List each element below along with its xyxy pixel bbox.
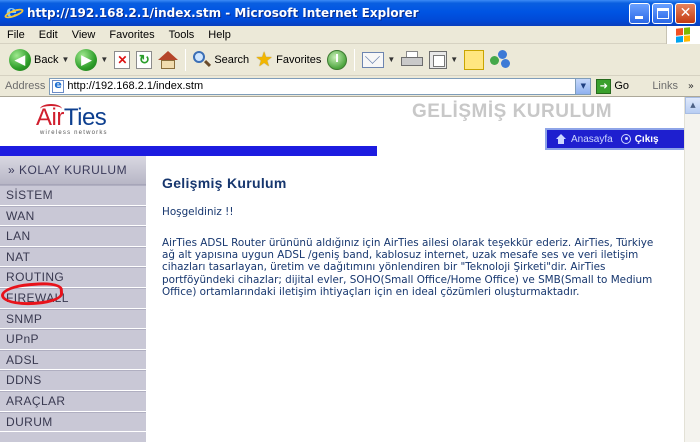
internet-explorer-icon: e — [3, 3, 25, 21]
logo-tagline: wireless networks — [40, 130, 108, 136]
sidebar-item-sistem[interactable]: SİSTEM — [0, 185, 146, 206]
history-button[interactable] — [324, 46, 350, 74]
sidebar-item-araclar[interactable]: ARAÇLAR — [0, 390, 146, 412]
standard-toolbar: ◀ Back ▼ ▶ ▼ ↻ Search ★ Favorites ▼ ▼ — [0, 44, 700, 76]
search-icon — [193, 50, 212, 69]
toolbar-separator — [354, 48, 356, 71]
logo-text-ties: Ties — [63, 104, 107, 131]
logo-arc-icon — [40, 104, 62, 114]
sidebar-item-upnp[interactable]: UPnP — [0, 329, 146, 350]
home-icon — [556, 134, 567, 144]
menu-favorites[interactable]: Favorites — [102, 26, 161, 44]
printer-icon — [401, 50, 424, 69]
back-arrow-icon: ◀ — [9, 48, 31, 71]
mail-dropdown-icon[interactable]: ▼ — [387, 55, 395, 64]
address-label: Address — [5, 80, 46, 92]
forward-arrow-icon: ▶ — [75, 48, 98, 71]
sidebar-item-snmp[interactable]: SNMP — [0, 308, 146, 330]
go-button[interactable]: ➜ Go — [596, 78, 630, 94]
header-title: GELİŞMİŞ KURULUM — [412, 101, 613, 122]
intro-line: Office) ortamlarındaki iletişim ihtiyaçl… — [162, 285, 580, 298]
sidebar-item-durum[interactable]: DURUM — [0, 411, 146, 433]
nav-home-link[interactable]: Anasayfa — [571, 134, 613, 145]
note-icon — [464, 49, 485, 70]
refresh-button[interactable]: ↻ — [133, 46, 155, 74]
intro-line: portföyündeki cihazlar; dijital evler, S… — [162, 273, 653, 286]
search-button[interactable]: Search — [190, 46, 252, 74]
page-icon — [52, 78, 65, 93]
edit-button[interactable]: ▼ — [426, 46, 461, 74]
intro-line: AirTies ADSL Router ürününü aldığınız iç… — [162, 237, 654, 249]
back-label: Back — [34, 53, 59, 66]
menu-bar: File Edit View Favorites Tools Help — [0, 26, 700, 44]
menu-file[interactable]: File — [0, 26, 32, 44]
edit-dropdown-icon[interactable]: ▼ — [450, 55, 458, 64]
windows-logo-icon — [666, 26, 700, 44]
go-label: Go — [614, 80, 630, 92]
intro-paragraph: AirTies ADSL Router ürününü aldığınız iç… — [162, 237, 670, 298]
mail-button[interactable]: ▼ — [359, 46, 398, 74]
menu-help[interactable]: Help — [201, 26, 238, 44]
home-button[interactable] — [155, 46, 181, 74]
sidebar-item-kolay-kurulum[interactable]: » KOLAY KURULUM — [0, 156, 146, 185]
stop-button[interactable] — [111, 46, 133, 74]
discuss-button[interactable] — [461, 46, 487, 74]
refresh-icon: ↻ — [136, 50, 153, 69]
scroll-up-icon[interactable]: ▲ — [685, 97, 700, 114]
messenger-button[interactable] — [487, 46, 515, 74]
favorites-label: Favorites — [276, 53, 322, 66]
back-dropdown-icon[interactable]: ▼ — [61, 55, 69, 64]
airties-logo: AirTies wireless networks — [36, 104, 108, 136]
vertical-scrollbar[interactable]: ▲ — [684, 97, 700, 442]
messenger-icon — [490, 49, 512, 70]
menu-tools[interactable]: Tools — [162, 26, 202, 44]
history-icon — [327, 49, 348, 70]
greeting-text: Hoşgeldiniz !! — [162, 206, 234, 218]
header-divider-bar — [0, 146, 377, 156]
content-title: Gelişmiş Kurulum — [162, 175, 287, 191]
favorites-button[interactable]: ★ Favorites — [252, 46, 324, 74]
exit-icon — [620, 134, 631, 144]
nav-exit-link[interactable]: Çıkış — [635, 134, 659, 145]
address-dropdown-icon[interactable]: ▼ — [575, 78, 591, 94]
window-title: http://192.168.2.1/index.stm - Microsoft… — [27, 6, 419, 20]
search-label: Search — [214, 53, 250, 66]
home-icon — [158, 50, 179, 69]
mail-icon — [362, 51, 385, 68]
router-header: AirTies wireless networks GELİŞMİŞ KURUL… — [0, 97, 684, 156]
forward-button[interactable]: ▶ ▼ — [72, 46, 111, 74]
sidebar-item-lan[interactable]: LAN — [0, 226, 146, 247]
go-arrow-icon: ➜ — [596, 78, 612, 94]
close-button[interactable]: ✕ — [675, 3, 696, 24]
favorites-star-icon: ★ — [255, 48, 274, 71]
minimize-button[interactable] — [629, 3, 650, 24]
toolbar-separator — [185, 48, 187, 71]
sidebar-item-adsl[interactable]: ADSL — [0, 349, 146, 371]
maximize-icon — [657, 8, 669, 19]
sidebar-item-wan[interactable]: WAN — [0, 205, 146, 227]
intro-line: ağ alt yapısına uygun ADSL /geniş band, … — [162, 249, 639, 262]
menu-edit[interactable]: Edit — [32, 26, 65, 44]
stop-icon — [114, 50, 131, 69]
links-button[interactable]: Links — [652, 80, 678, 92]
edit-page-icon — [429, 50, 448, 69]
links-chevron-icon[interactable]: » — [688, 81, 694, 92]
main-content: Gelişmiş Kurulum Hoşgeldiniz !! AirTies … — [146, 156, 684, 442]
back-button[interactable]: ◀ Back ▼ — [6, 46, 72, 74]
print-button[interactable] — [398, 46, 426, 74]
forward-dropdown-icon[interactable]: ▼ — [100, 55, 108, 64]
sidebar-item-ddns[interactable]: DDNS — [0, 370, 146, 391]
maximize-button[interactable] — [652, 3, 673, 24]
sidebar-item-nat[interactable]: NAT — [0, 246, 146, 268]
page-viewport: AirTies wireless networks GELİŞMİŞ KURUL… — [0, 97, 684, 442]
intro-line: cihazları tasarlayan, üretim ve dağıtımı… — [162, 261, 606, 274]
address-url[interactable]: http://192.168.2.1/index.stm — [67, 80, 203, 92]
window-titlebar[interactable]: e http://192.168.2.1/index.stm - Microso… — [0, 0, 700, 26]
address-input[interactable]: http://192.168.2.1/index.stm ▼ — [49, 77, 592, 95]
address-bar: Address http://192.168.2.1/index.stm ▼ ➜… — [0, 76, 700, 97]
minimize-icon — [635, 16, 643, 19]
top-nav: Anasayfa Çıkış — [545, 128, 684, 150]
close-icon: ✕ — [679, 5, 692, 21]
menu-view[interactable]: View — [65, 26, 103, 44]
